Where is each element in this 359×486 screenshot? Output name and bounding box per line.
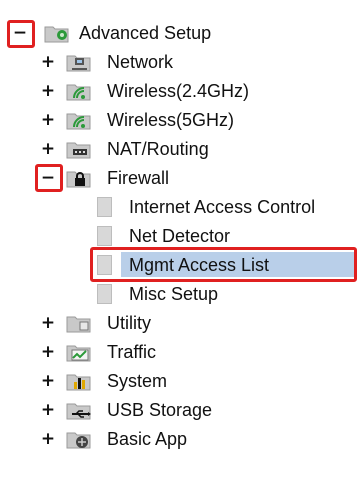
- tree-node-basic-app[interactable]: + Basic App: [0, 426, 359, 452]
- tree-leaf-net-detector[interactable]: Net Detector: [0, 223, 359, 249]
- annotation-box-advanced-setup-toggle: [7, 20, 35, 48]
- tree-label-wireless-2g: Wireless(2.4GHz): [107, 81, 250, 101]
- page-icon: [97, 284, 112, 304]
- bar-chart-folder-icon: [66, 374, 91, 391]
- usb-folder-icon: [66, 403, 91, 420]
- tree-label-misc-setup: Misc Setup: [129, 284, 219, 304]
- tree-node-network[interactable]: + Network: [0, 49, 359, 75]
- tree-label-utility: Utility: [107, 313, 151, 333]
- expand-toggle-traffic[interactable]: +: [41, 343, 55, 360]
- expand-toggle-nat-routing[interactable]: +: [41, 140, 55, 157]
- tree-label-nat-routing: NAT/Routing: [107, 139, 209, 159]
- tree-node-wireless-2g[interactable]: + Wireless(2.4GHz): [0, 78, 359, 104]
- tree-label-usb-storage: USB Storage: [107, 400, 213, 420]
- tree-node-system[interactable]: + System: [0, 368, 359, 394]
- tree-node-utility[interactable]: + Utility: [0, 310, 359, 336]
- tree-leaf-misc-setup[interactable]: Misc Setup: [0, 281, 359, 307]
- tree-label-advanced-setup: Advanced Setup: [79, 23, 212, 43]
- lock-folder-icon: [66, 171, 91, 188]
- tree-label-net-detector: Net Detector: [129, 226, 231, 246]
- tree-leaf-internet-access-control[interactable]: Internet Access Control: [0, 194, 359, 220]
- tree-label-system: System: [107, 371, 168, 391]
- tree-label-internet-access-control: Internet Access Control: [129, 197, 316, 217]
- tree-label-basic-app: Basic App: [107, 429, 188, 449]
- tree-node-nat-routing[interactable]: + NAT/Routing: [0, 136, 359, 162]
- wireless-folder-icon: [66, 113, 91, 130]
- expand-toggle-network[interactable]: +: [41, 53, 55, 70]
- tree-label-traffic: Traffic: [107, 342, 157, 362]
- network-folder-icon: [66, 55, 91, 72]
- router-folder-icon: [66, 142, 91, 159]
- expand-toggle-wireless-5g[interactable]: +: [41, 111, 55, 128]
- settings-folder-icon: [44, 26, 69, 43]
- wireless-folder-icon: [66, 84, 91, 101]
- tree-label-wireless-5g: Wireless(5GHz): [107, 110, 235, 130]
- app-folder-icon: [66, 432, 91, 449]
- page-icon: [97, 197, 112, 217]
- expand-toggle-usb-storage[interactable]: +: [41, 401, 55, 418]
- expand-toggle-basic-app[interactable]: +: [41, 430, 55, 447]
- expand-toggle-utility[interactable]: +: [41, 314, 55, 331]
- page-icon: [97, 226, 112, 246]
- tree-node-wireless-5g[interactable]: + Wireless(5GHz): [0, 107, 359, 133]
- tree-node-usb-storage[interactable]: + USB Storage: [0, 397, 359, 423]
- annotation-box-firewall-toggle: [35, 164, 63, 192]
- expand-toggle-wireless-2g[interactable]: +: [41, 82, 55, 99]
- tree-label-firewall: Firewall: [107, 168, 170, 188]
- tree-node-advanced-setup[interactable]: − Advanced Setup: [0, 20, 359, 46]
- tree-label-network: Network: [107, 52, 174, 72]
- chart-folder-icon: [66, 345, 91, 362]
- tree-node-traffic[interactable]: + Traffic: [0, 339, 359, 365]
- expand-toggle-system[interactable]: +: [41, 372, 55, 389]
- utility-folder-icon: [66, 316, 91, 333]
- annotation-box-mgmt-access-list: [90, 247, 357, 282]
